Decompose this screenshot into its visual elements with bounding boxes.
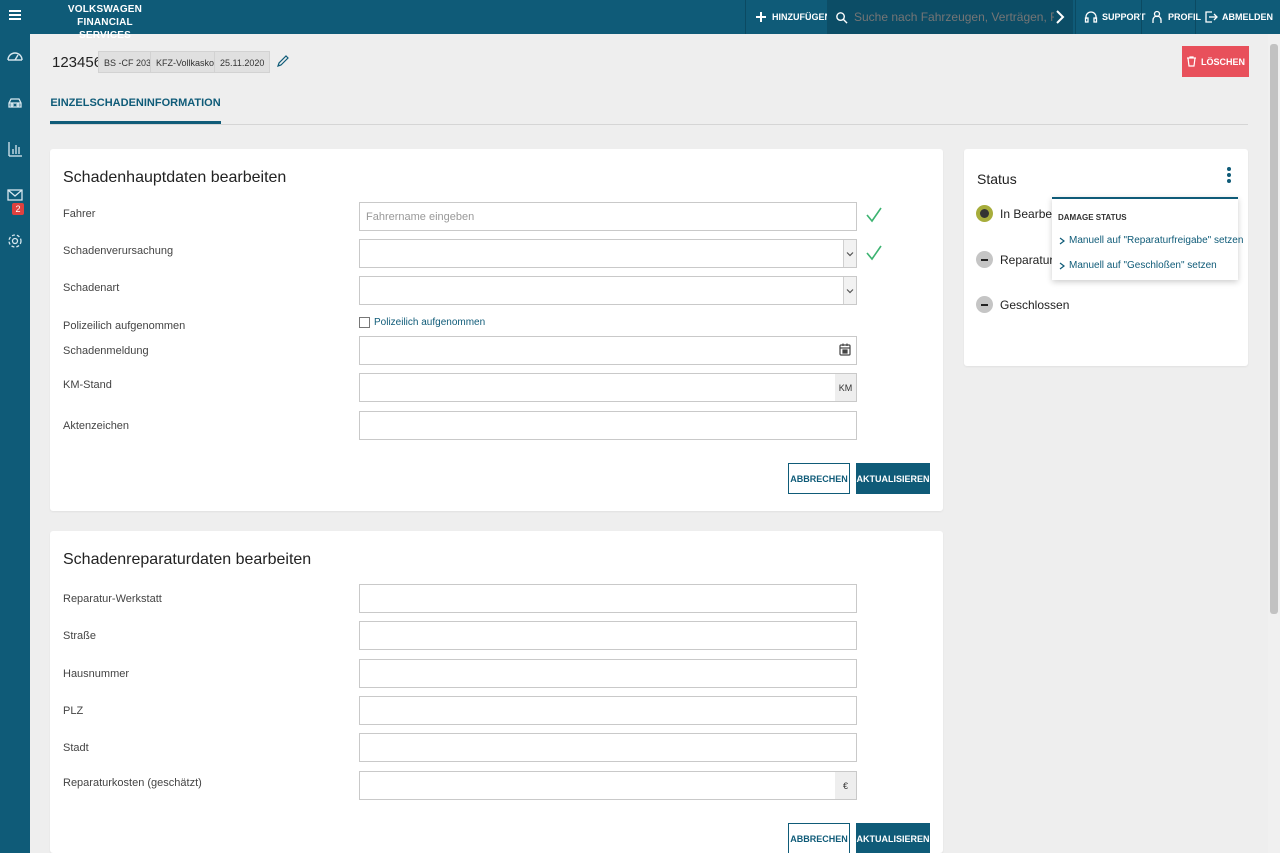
chevron-right-icon[interactable] (1053, 9, 1067, 25)
update-button[interactable]: AKTUALISIEREN (856, 463, 930, 494)
logout-icon (1205, 11, 1218, 23)
menu-item-set-closed[interactable]: Manuell auf "Geschloßen" setzen (1059, 260, 1217, 271)
driver-label: Fahrer (63, 208, 96, 220)
street-input[interactable] (359, 621, 857, 650)
brand-line2: FINANCIAL SERVICES (77, 17, 133, 41)
mileage-label: KM-Stand (63, 379, 112, 391)
police-checkbox[interactable] (359, 317, 370, 328)
chevron-down-icon[interactable] (843, 240, 856, 267)
logout-label: ABMELDEN (1222, 12, 1273, 22)
driver-input[interactable] (359, 202, 857, 231)
pencil-icon[interactable] (276, 54, 290, 68)
check-icon (866, 245, 882, 261)
delete-label: LÖSCHEN (1200, 56, 1245, 67)
menu-item-set-repair-release[interactable]: Manuell auf "Reparaturfreigabe" setzen (1059, 235, 1243, 246)
user-icon (1152, 10, 1162, 23)
report-date-label: Schadenmeldung (63, 345, 149, 357)
cancel-button[interactable]: ABBRECHEN (788, 823, 850, 853)
police-checkbox-label[interactable]: Polizeilich aufgenommen (374, 317, 485, 328)
damage-type-label: Schadenart (63, 282, 120, 294)
report-date-input[interactable] (359, 336, 857, 365)
tag-plate: BS -CF 203 (98, 51, 158, 73)
minus-circle-icon (976, 251, 993, 268)
zip-input[interactable] (359, 696, 857, 725)
settings-icon[interactable] (6, 232, 24, 250)
status-title: Status (977, 171, 1017, 187)
search-bar (827, 0, 1073, 34)
minus-circle-icon (976, 296, 993, 313)
main-data-title: Schadenhauptdaten bearbeiten (63, 169, 287, 186)
workshop-input[interactable] (359, 584, 857, 613)
delete-button[interactable]: LÖSCHEN (1182, 46, 1249, 77)
chevron-down-icon[interactable] (843, 277, 856, 304)
claim-id: 123456 (52, 54, 103, 71)
add-button[interactable]: HINZUFÜGEN (745, 0, 839, 34)
vehicles-icon[interactable] (6, 94, 24, 112)
calendar-icon[interactable] (839, 343, 851, 356)
repair-cost-input[interactable] (359, 771, 857, 800)
tag-insurance: KFZ-Vollkasko (150, 51, 221, 73)
zip-label: PLZ (63, 705, 84, 717)
mileage-input[interactable] (359, 373, 857, 402)
chevron-right-icon (1059, 237, 1065, 244)
messages-icon[interactable] (6, 186, 24, 204)
repair-data-title: Schadenreparaturdaten bearbeiten (63, 551, 312, 568)
brand-line1: VOLKSWAGEN (67, 4, 143, 15)
reports-icon[interactable] (6, 140, 24, 158)
house-number-label: Hausnummer (63, 668, 130, 680)
search-input[interactable] (854, 10, 1054, 24)
check-circle-icon (976, 205, 993, 222)
messages-badge: 2 (12, 203, 24, 215)
search-icon (836, 11, 848, 24)
top-header: VOLKSWAGEN FINANCIAL SERVICES HINZUFÜGEN… (30, 0, 1280, 41)
chevron-right-icon (1059, 262, 1065, 269)
repair-data-card: Schadenreparaturdaten bearbeiten Reparat… (50, 531, 943, 853)
plus-icon (756, 12, 766, 22)
tab-einzelschadeninformation[interactable]: EINZELSCHADENINFORMATION (50, 92, 221, 124)
add-label: HINZUFÜGEN (772, 12, 831, 22)
cancel-button[interactable]: ABBRECHEN (788, 463, 850, 494)
file-number-input[interactable] (359, 411, 857, 440)
brand-logo[interactable]: VOLKSWAGEN FINANCIAL SERVICES (60, 3, 150, 42)
damage-type-select[interactable] (359, 276, 857, 305)
main-data-card: Schadenhauptdaten bearbeiten Fahrer Scha… (50, 149, 943, 511)
repair-cost-label: Reparaturkosten (geschätzt) (63, 777, 202, 789)
update-button[interactable]: AKTUALISIEREN (856, 823, 930, 853)
status-step-closed: Geschlossen (976, 296, 1069, 313)
trash-icon (1186, 56, 1196, 67)
file-number-label: Aktenzeichen (63, 420, 130, 432)
more-options-icon[interactable] (1226, 167, 1232, 185)
scrollbar-thumb[interactable] (1270, 44, 1278, 614)
city-label: Stadt (63, 742, 89, 754)
headset-icon (1084, 11, 1098, 23)
check-icon (866, 207, 882, 223)
city-input[interactable] (359, 733, 857, 762)
mileage-unit: KM (835, 374, 856, 401)
workshop-label: Reparatur-Werkstatt (63, 593, 162, 605)
menu-item-label: Manuell auf "Reparaturfreigabe" setzen (1069, 235, 1244, 246)
sidebar: 2 (0, 0, 30, 853)
currency-unit: € (835, 772, 856, 799)
cause-label: Schadenverursachung (63, 245, 174, 257)
cause-select[interactable] (359, 239, 857, 268)
police-label: Polizeilich aufgenommen (63, 320, 186, 332)
page-scrollbar[interactable] (1268, 34, 1280, 853)
status-menu: DAMAGE STATUS Manuell auf "Reparaturfrei… (1052, 197, 1243, 280)
status-menu-header: DAMAGE STATUS (1058, 213, 1127, 222)
tab-divider (50, 124, 1248, 125)
tag-date: 25.11.2020 (214, 51, 271, 73)
status-step-label: Geschlossen (1000, 297, 1070, 312)
menu-item-label: Manuell auf "Geschloßen" setzen (1069, 260, 1217, 271)
house-number-input[interactable] (359, 659, 857, 688)
menu-icon[interactable] (6, 6, 24, 24)
dashboard-icon[interactable] (6, 47, 24, 65)
logout-button[interactable]: ABMELDEN (1195, 0, 1280, 34)
support-label: SUPPORT (1102, 12, 1146, 22)
street-label: Straße (63, 630, 97, 642)
